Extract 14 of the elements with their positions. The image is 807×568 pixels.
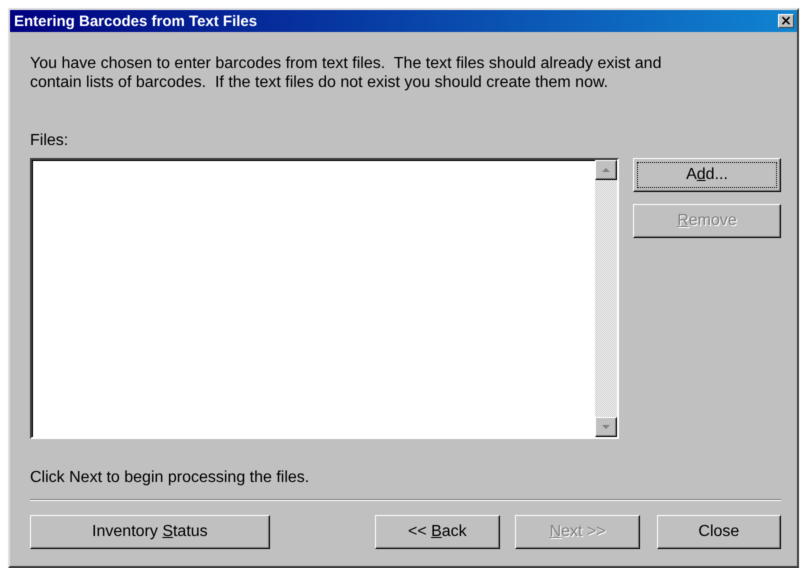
inventory-status-button[interactable]: Inventory Status [30, 515, 270, 549]
files-label: Files: [30, 132, 70, 150]
window-title: Entering Barcodes from Text Files [14, 12, 258, 30]
close-button[interactable]: × [778, 14, 794, 28]
scrollbar[interactable] [595, 160, 617, 437]
up-arrow-icon [602, 168, 610, 172]
close-dialog-button[interactable]: Close [656, 515, 782, 549]
intro-text: You have chosen to enter barcodes from text files. The text files should already exist and contain lists of barcodes. If the text files do not exist you should create them now. [30, 54, 662, 92]
hint-text: Click Next to begin processing the files. [30, 469, 310, 487]
scroll-down-button[interactable] [595, 417, 617, 437]
scroll-up-button[interactable] [595, 160, 617, 180]
add-button[interactable]: Add... [633, 158, 781, 192]
back-button[interactable]: << Back [375, 515, 500, 549]
down-arrow-icon [602, 425, 610, 429]
